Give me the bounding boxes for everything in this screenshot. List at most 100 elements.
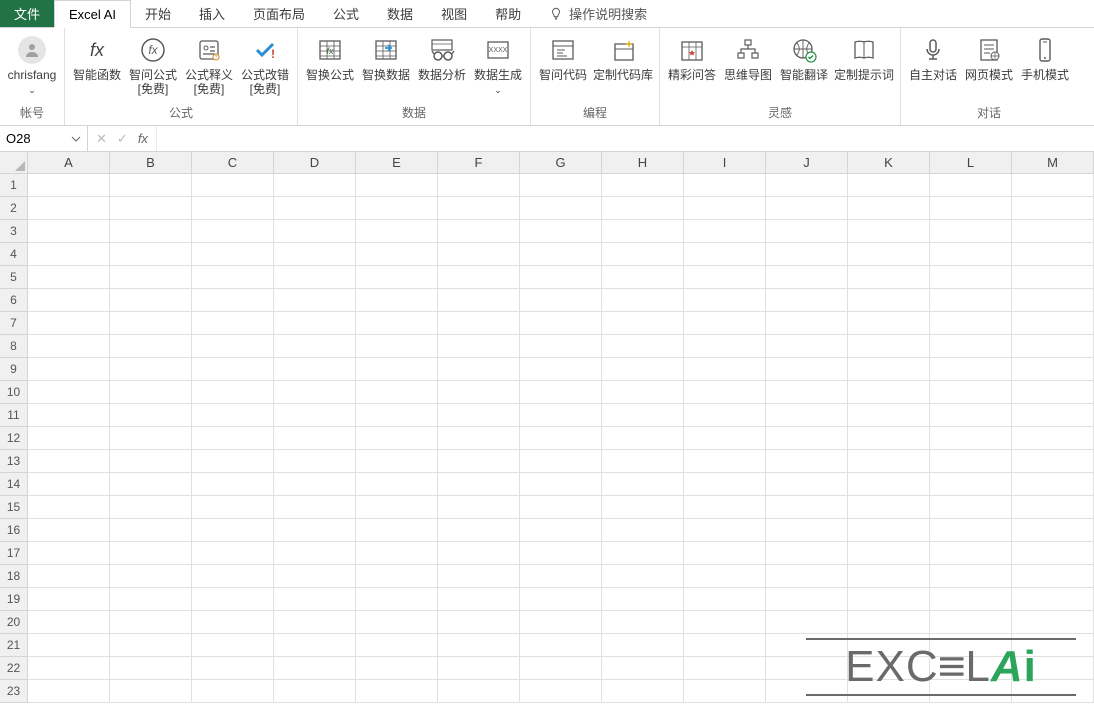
cell[interactable] [274, 680, 356, 703]
cell[interactable] [356, 381, 438, 404]
cell[interactable] [930, 450, 1012, 473]
cell[interactable] [766, 243, 848, 266]
cell[interactable] [356, 335, 438, 358]
cell[interactable] [930, 565, 1012, 588]
cell[interactable] [192, 266, 274, 289]
row-header[interactable]: 9 [0, 358, 28, 381]
tab-insert[interactable]: 插入 [185, 0, 239, 27]
cell[interactable] [28, 381, 110, 404]
cell[interactable] [110, 312, 192, 335]
cell[interactable] [766, 289, 848, 312]
cell[interactable] [438, 243, 520, 266]
cell[interactable] [930, 496, 1012, 519]
explain-formula-button[interactable]: ? 公式释义 [免费] [183, 30, 235, 96]
cell[interactable] [274, 657, 356, 680]
row-header[interactable]: 7 [0, 312, 28, 335]
column-header[interactable]: D [274, 152, 356, 174]
cell[interactable] [28, 404, 110, 427]
cell[interactable] [848, 266, 930, 289]
cell[interactable] [356, 174, 438, 197]
column-header[interactable]: F [438, 152, 520, 174]
self-chat-button[interactable]: 自主对话 [907, 30, 959, 82]
cell[interactable] [438, 450, 520, 473]
cell[interactable] [520, 473, 602, 496]
cell[interactable] [930, 243, 1012, 266]
cell[interactable] [192, 473, 274, 496]
cell[interactable] [930, 197, 1012, 220]
cell[interactable] [1012, 404, 1094, 427]
cell[interactable] [192, 634, 274, 657]
cell[interactable] [520, 634, 602, 657]
column-header[interactable]: E [356, 152, 438, 174]
cell[interactable] [1012, 335, 1094, 358]
cell[interactable] [438, 174, 520, 197]
generate-data-button[interactable]: XXXX 数据生成⌄ [472, 30, 524, 97]
cell[interactable] [192, 289, 274, 312]
cell[interactable] [110, 588, 192, 611]
cell[interactable] [1012, 588, 1094, 611]
cell[interactable] [520, 588, 602, 611]
cell[interactable] [602, 427, 684, 450]
cell[interactable] [192, 335, 274, 358]
cell[interactable] [110, 381, 192, 404]
cell[interactable] [192, 611, 274, 634]
cell[interactable] [520, 427, 602, 450]
cell[interactable] [274, 197, 356, 220]
tab-help[interactable]: 帮助 [481, 0, 535, 27]
column-header[interactable]: K [848, 152, 930, 174]
cell[interactable] [848, 565, 930, 588]
cell[interactable] [192, 197, 274, 220]
cell[interactable] [766, 312, 848, 335]
cell[interactable] [684, 266, 766, 289]
cell[interactable] [438, 680, 520, 703]
cell[interactable] [110, 404, 192, 427]
cell[interactable] [192, 358, 274, 381]
cell[interactable] [274, 542, 356, 565]
cell[interactable] [356, 565, 438, 588]
cell[interactable] [1012, 611, 1094, 634]
tell-me-search[interactable]: 操作说明搜索 [535, 0, 661, 27]
cell[interactable] [602, 450, 684, 473]
cell[interactable] [356, 427, 438, 450]
cell[interactable] [684, 220, 766, 243]
cell[interactable] [110, 358, 192, 381]
name-box[interactable]: O28 [0, 126, 88, 151]
cell[interactable] [1012, 565, 1094, 588]
cell[interactable] [684, 358, 766, 381]
ask-formula-button[interactable]: fx 智问公式 [免费] [127, 30, 179, 96]
cell[interactable] [602, 680, 684, 703]
cell[interactable] [684, 565, 766, 588]
cell[interactable] [848, 427, 930, 450]
cell[interactable] [930, 266, 1012, 289]
cell[interactable] [438, 358, 520, 381]
cell[interactable] [766, 496, 848, 519]
cell[interactable] [684, 381, 766, 404]
cell[interactable] [602, 335, 684, 358]
cell[interactable] [438, 335, 520, 358]
cell[interactable] [684, 174, 766, 197]
translate-button[interactable]: 智能翻译 [778, 30, 830, 82]
cell[interactable] [192, 404, 274, 427]
cell[interactable] [848, 381, 930, 404]
cell[interactable] [848, 197, 930, 220]
cell[interactable] [28, 611, 110, 634]
row-header[interactable]: 14 [0, 473, 28, 496]
cell[interactable] [110, 243, 192, 266]
cell[interactable] [602, 473, 684, 496]
cell[interactable] [602, 542, 684, 565]
cell[interactable] [520, 243, 602, 266]
cell[interactable] [438, 473, 520, 496]
custom-code-button[interactable]: 定制代码库 [593, 30, 653, 82]
cell[interactable] [766, 565, 848, 588]
cell[interactable] [766, 197, 848, 220]
cell[interactable] [766, 358, 848, 381]
select-all-button[interactable] [0, 152, 28, 174]
cell[interactable] [684, 335, 766, 358]
tab-layout[interactable]: 页面布局 [239, 0, 319, 27]
cell[interactable] [274, 312, 356, 335]
tab-data[interactable]: 数据 [373, 0, 427, 27]
cell[interactable] [1012, 519, 1094, 542]
cell[interactable] [684, 634, 766, 657]
cell[interactable] [520, 565, 602, 588]
cell[interactable] [28, 243, 110, 266]
